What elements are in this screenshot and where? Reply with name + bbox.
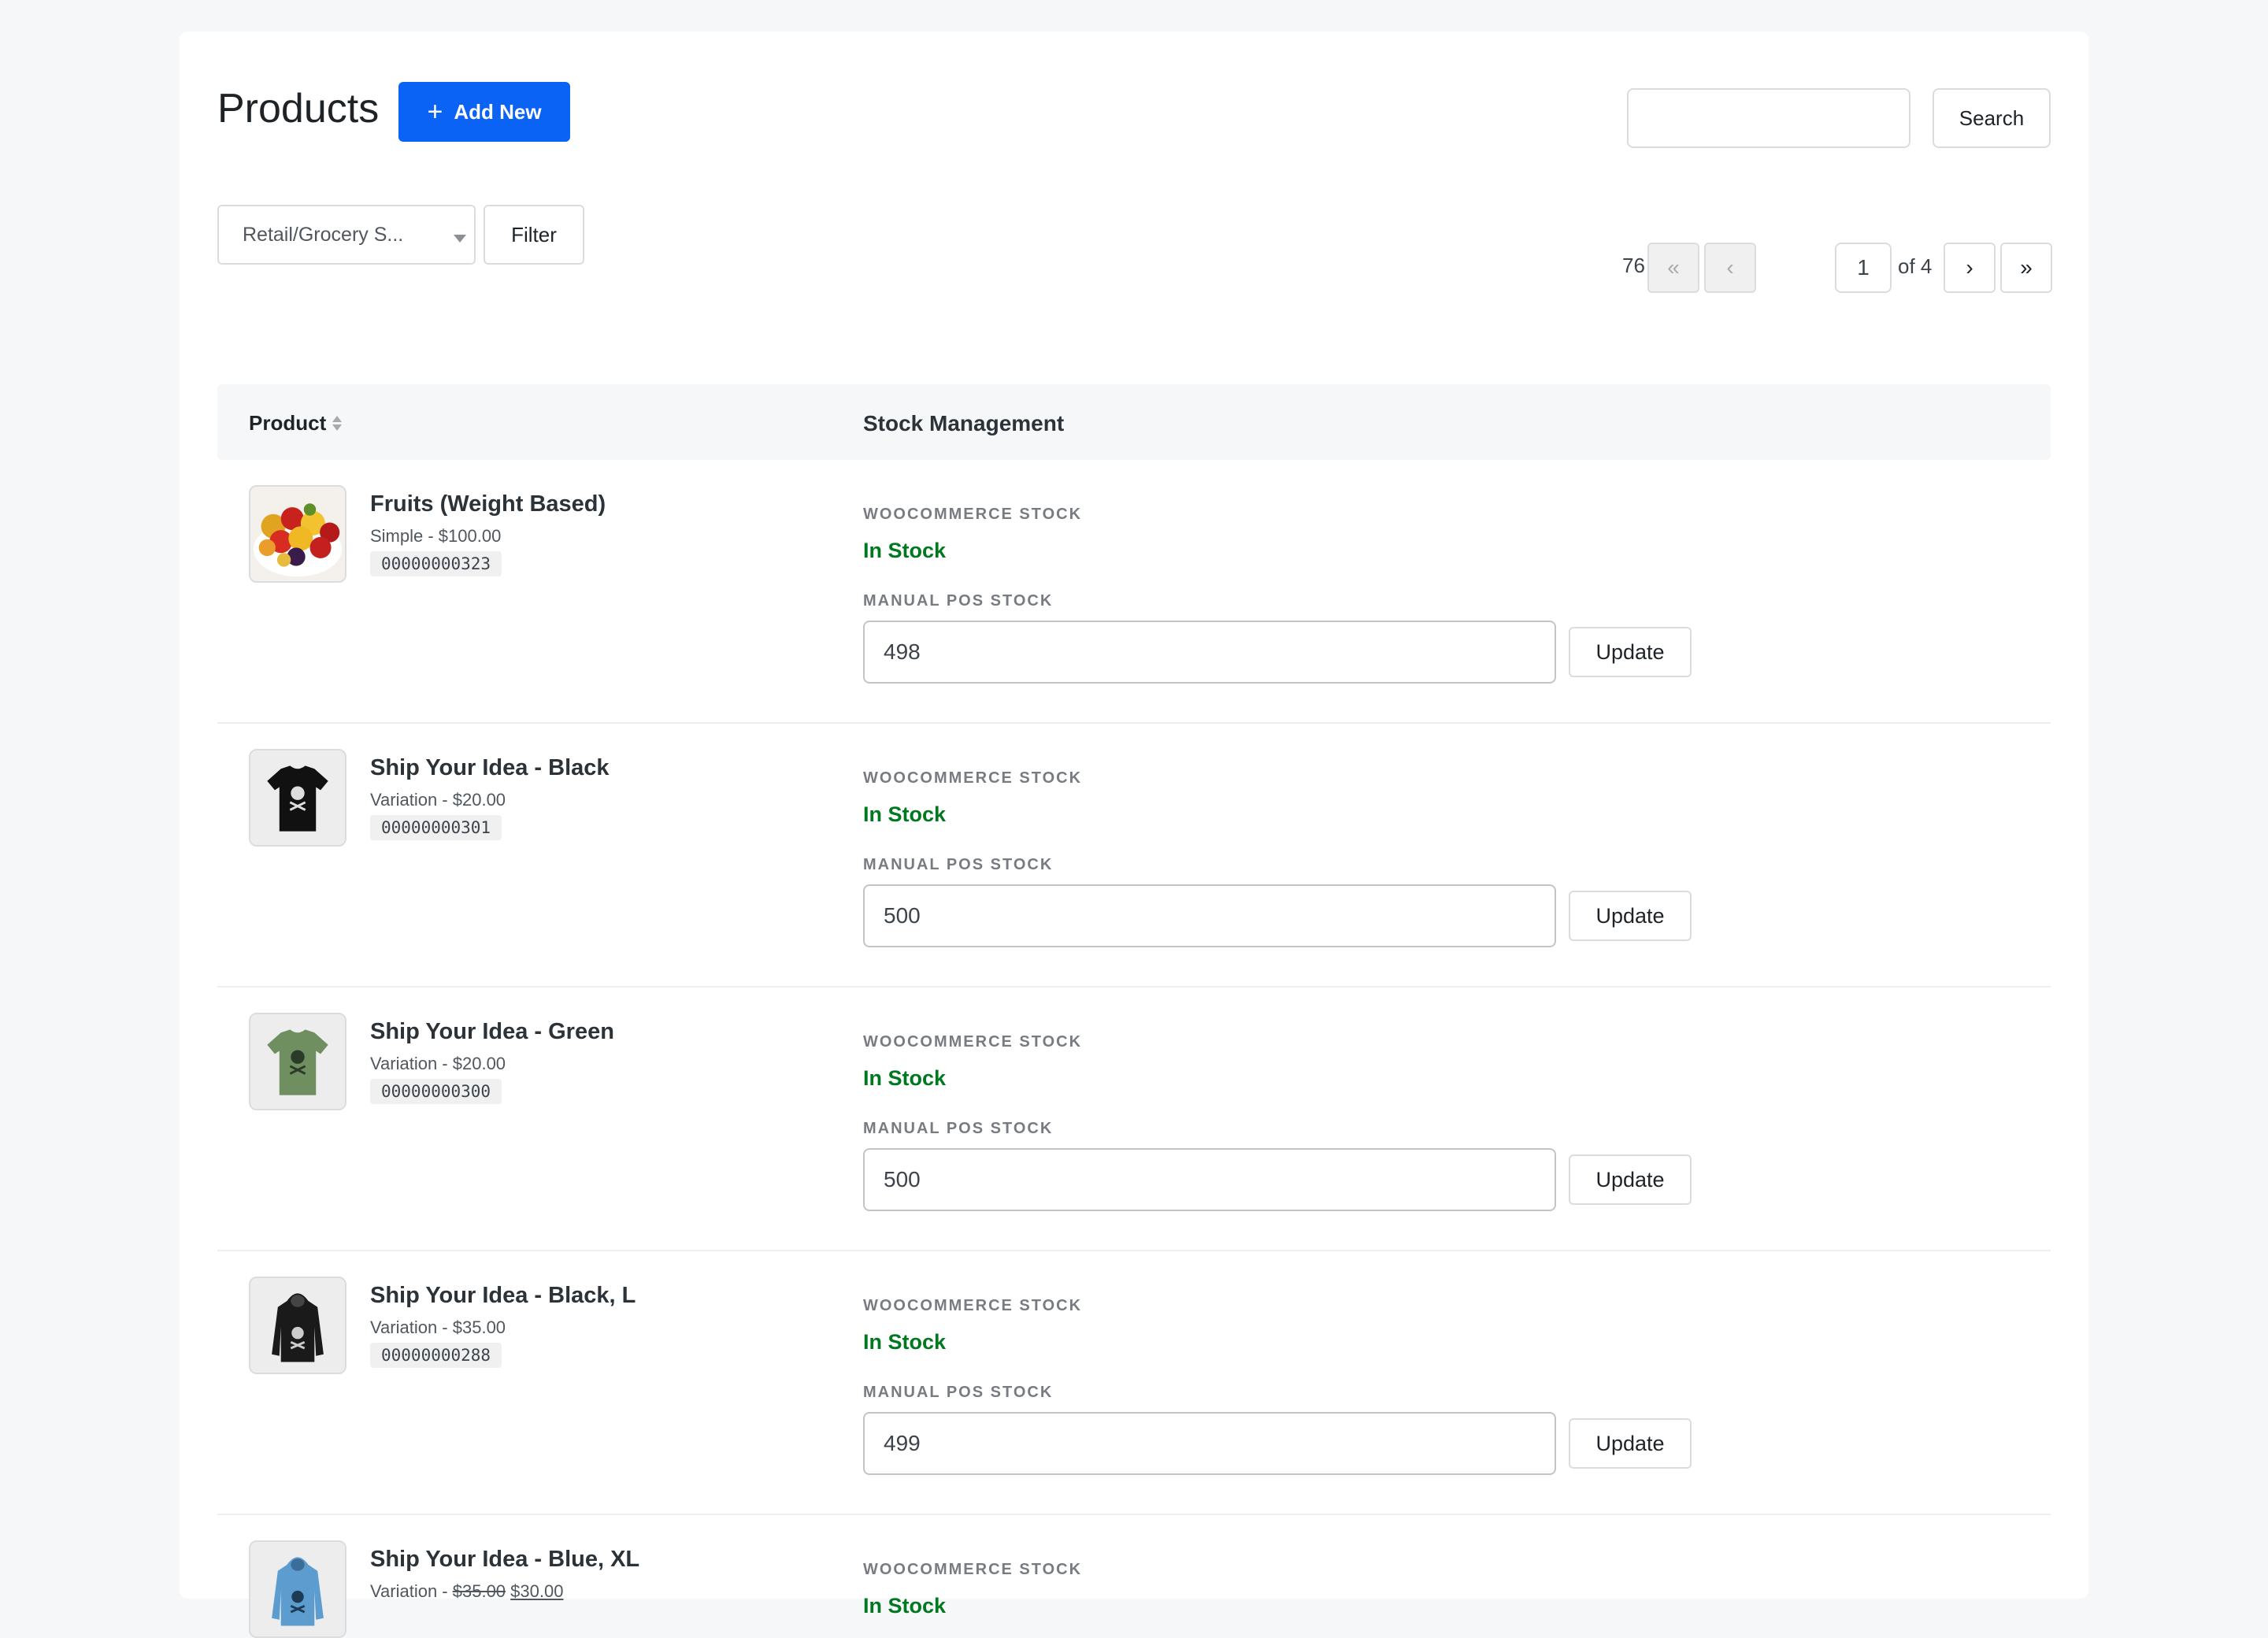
update-button[interactable]: Update [1569,1154,1692,1205]
table-row: Ship Your Idea - Blue, XL Variation - $3… [217,1515,2051,1638]
add-new-button[interactable]: + Add New [398,82,570,142]
store-filter-value: Retail/Grocery S... [243,223,404,246]
table-header: Product Stock Management [217,384,2051,460]
table-row: Ship Your Idea - Black, L Variation - $3… [217,1251,2051,1515]
table-row: Ship Your Idea - Green Variation - $20.0… [217,988,2051,1251]
manual-pos-stock-label: MANUAL POS STOCK [863,592,1054,610]
manual-stock-input[interactable] [863,884,1556,947]
stock-status: In Stock [863,802,947,826]
update-button[interactable]: Update [1569,891,1692,941]
hoodie-blue-icon [250,1542,345,1636]
woocommerce-stock-label: WOOCOMMERCE STOCK [863,1561,1083,1578]
table-row: Ship Your Idea - Black Variation - $20.0… [217,724,2051,988]
hoodie-black-icon [250,1278,345,1373]
product-thumbnail[interactable] [249,749,346,847]
product-thumbnail[interactable] [249,485,346,583]
product-meta-prefix: Variation - [370,1581,453,1601]
stock-status: In Stock [863,1594,947,1618]
product-name[interactable]: Ship Your Idea - Black [370,755,610,781]
product-sku: 00000000300 [370,1079,502,1104]
stock-status: In Stock [863,1066,947,1090]
current-page-input[interactable] [1835,243,1892,293]
product-sku: 00000000301 [370,815,502,840]
column-header-product[interactable]: Product [249,411,343,435]
update-button[interactable]: Update [1569,627,1692,677]
manual-stock-input[interactable] [863,621,1556,684]
store-filter-select[interactable]: Retail/Grocery S... [217,205,476,265]
manual-stock-input[interactable] [863,1412,1556,1475]
product-meta: Simple - $100.00 [370,526,502,546]
product-name[interactable]: Fruits (Weight Based) [370,491,606,517]
sort-icon[interactable] [332,416,343,431]
product-thumbnail[interactable] [249,1013,346,1110]
product-name[interactable]: Ship Your Idea - Black, L [370,1283,636,1309]
woocommerce-stock-label: WOOCOMMERCE STOCK [863,1297,1083,1314]
chevron-down-icon [454,235,466,243]
next-page-button[interactable]: › [1944,243,1996,293]
first-page-button[interactable]: « [1647,243,1699,293]
product-thumbnail[interactable] [249,1540,346,1638]
stock-status: In Stock [863,539,947,562]
search-button[interactable]: Search [1933,88,2051,148]
product-sku: 00000000323 [370,551,502,576]
product-meta: Variation - $35.00 [370,1317,506,1337]
page-title: Products [217,86,380,132]
last-page-button[interactable]: » [2000,243,2052,293]
filter-button[interactable]: Filter [484,205,584,265]
update-button[interactable]: Update [1569,1418,1692,1469]
woocommerce-stock-label: WOOCOMMERCE STOCK [863,1033,1083,1051]
manual-stock-input[interactable] [863,1148,1556,1211]
product-meta: Variation - $20.00 [370,790,506,810]
woocommerce-stock-label: WOOCOMMERCE STOCK [863,506,1083,523]
product-name[interactable]: Ship Your Idea - Green [370,1019,614,1045]
plus-icon: + [427,97,443,127]
total-pages: of 4 [1898,254,1933,278]
woocommerce-stock-label: WOOCOMMERCE STOCK [863,769,1083,787]
product-meta: Variation - $35.00 $30.00 [370,1581,563,1602]
products-panel: Products + Add New Search Retail/Grocery… [180,32,2088,1638]
column-header-stock: Stock Management [863,411,1065,435]
manual-pos-stock-label: MANUAL POS STOCK [863,1120,1054,1137]
add-new-label: Add New [454,99,542,124]
regular-price: $35.00 [452,1581,506,1601]
product-sku: 00000000288 [370,1343,502,1368]
product-meta: Variation - $20.00 [370,1054,506,1073]
prev-page-button[interactable]: ‹ [1704,243,1756,293]
stock-status: In Stock [863,1330,947,1354]
product-name[interactable]: Ship Your Idea - Blue, XL [370,1547,639,1573]
manual-pos-stock-label: MANUAL POS STOCK [863,1384,1054,1401]
search-input[interactable] [1627,88,1910,148]
table-row: Fruits (Weight Based) Simple - $100.00 0… [217,460,2051,724]
manual-pos-stock-label: MANUAL POS STOCK [863,856,1054,873]
fruit-bowl-icon [250,487,345,581]
column-header-product-label: Product [249,411,327,435]
tshirt-green-icon [250,1014,345,1109]
product-thumbnail[interactable] [249,1277,346,1374]
sale-price: $30.00 [510,1581,564,1601]
tshirt-black-icon [250,750,345,845]
